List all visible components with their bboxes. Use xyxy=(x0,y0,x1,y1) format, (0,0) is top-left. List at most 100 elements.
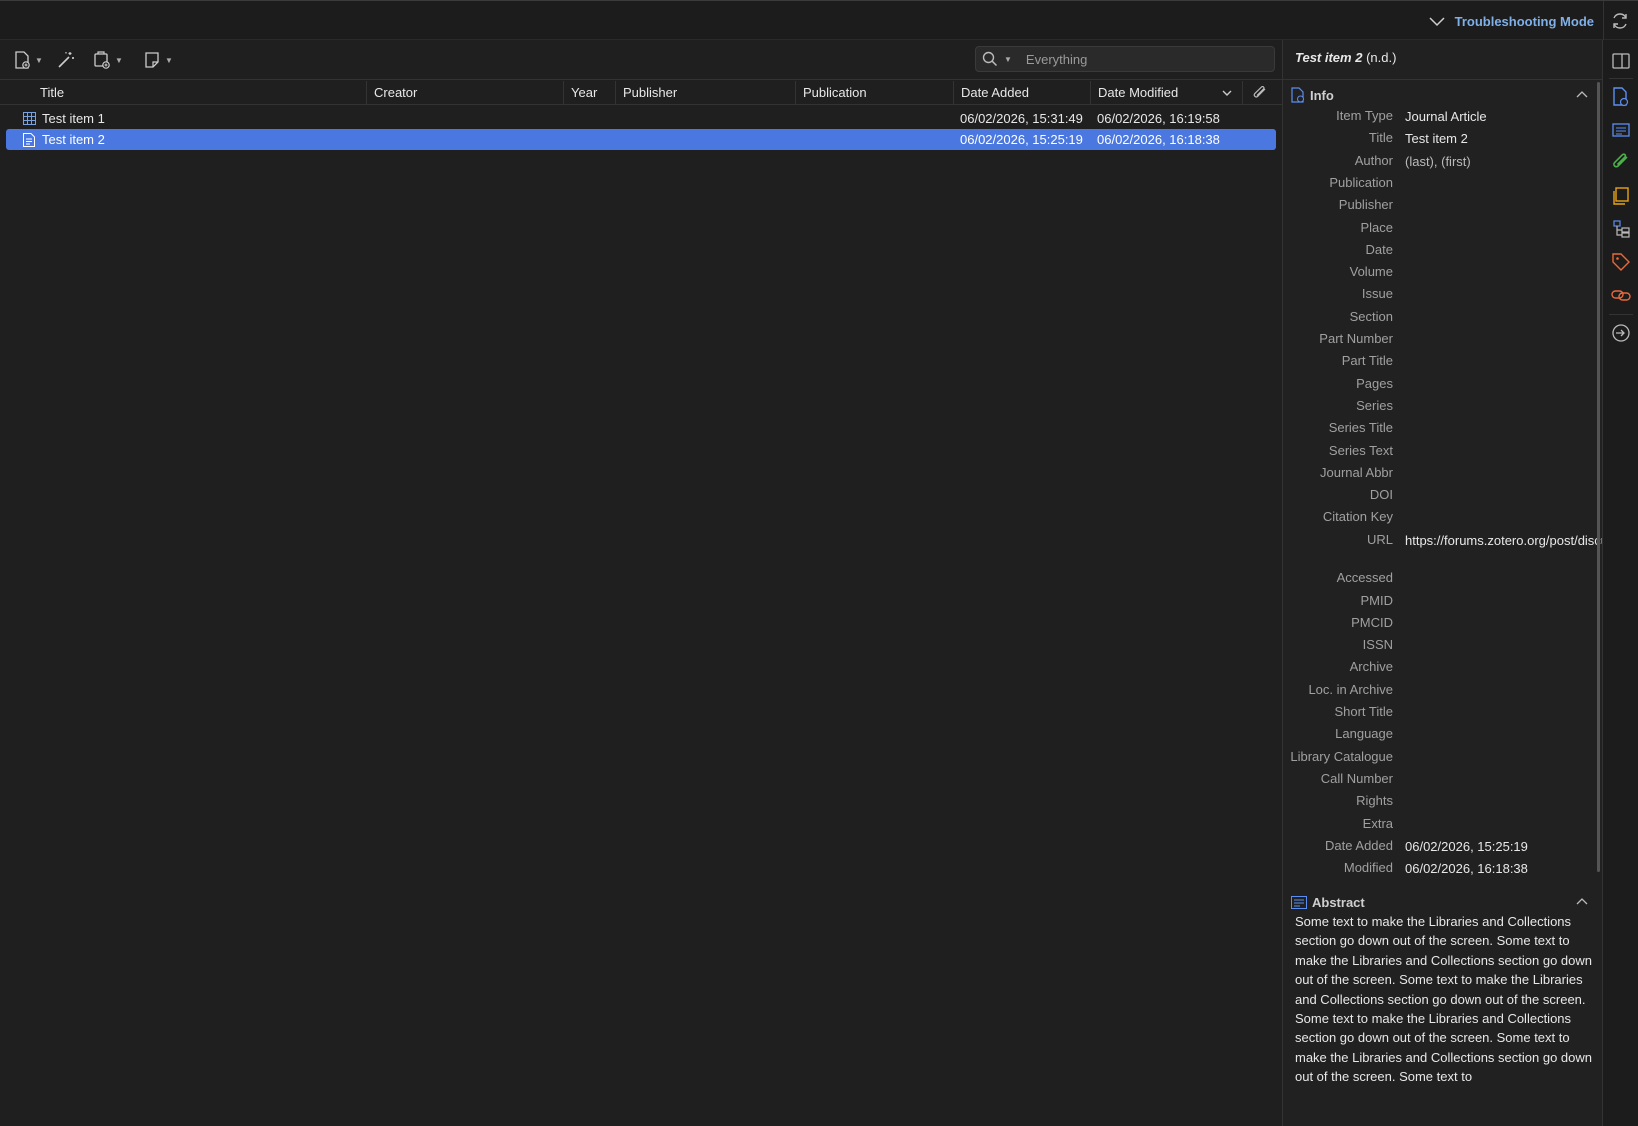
info-field-value[interactable]: 06/02/2026, 16:18:38 xyxy=(1405,860,1595,877)
column-header-row: Title Creator Year Publisher Publication… xyxy=(0,81,1282,105)
info-field-row[interactable]: Series xyxy=(1283,395,1602,417)
info-field-label: Extra xyxy=(1362,815,1393,831)
column-year[interactable]: Year xyxy=(563,81,615,105)
item-title: Test item 2 xyxy=(42,132,105,147)
info-field-row[interactable]: Loc. in Archive xyxy=(1283,679,1602,701)
info-field-row[interactable]: Publication xyxy=(1283,172,1602,194)
info-field-row[interactable]: Item Type Journal Article xyxy=(1283,105,1602,127)
info-section-header[interactable]: Info xyxy=(1283,83,1602,107)
divider xyxy=(1603,1,1604,41)
related-icon[interactable] xyxy=(1610,284,1632,306)
info-field-row[interactable]: Rights xyxy=(1283,790,1602,812)
info-icon[interactable] xyxy=(1610,86,1632,108)
info-field-label: Section xyxy=(1349,308,1393,324)
new-note-button[interactable]: ▼ xyxy=(142,48,173,72)
table-row[interactable]: Test item 1 06/02/2026, 15:31:49 06/02/2… xyxy=(6,108,1276,129)
info-field-label: PMCID xyxy=(1351,614,1393,630)
info-field-label: Rights xyxy=(1356,793,1393,809)
column-date-added[interactable]: Date Added xyxy=(953,81,1090,105)
notes-icon[interactable] xyxy=(1610,185,1632,207)
info-field-row[interactable]: Volume xyxy=(1283,261,1602,283)
journal-article-icon xyxy=(23,133,35,147)
info-field-row[interactable]: Title Test item 2 xyxy=(1283,127,1602,149)
toggle-pane-icon[interactable] xyxy=(1610,50,1632,72)
info-field-row[interactable]: Part Number xyxy=(1283,328,1602,350)
add-attachment-button[interactable]: ▼ xyxy=(92,48,123,72)
info-field-label: Series Title xyxy=(1328,420,1393,436)
info-field-value[interactable]: https://forums.zotero.org/post/discussio… xyxy=(1405,532,1602,549)
info-field-row[interactable]: Part Title xyxy=(1283,350,1602,372)
column-publisher[interactable]: Publisher xyxy=(615,81,795,105)
info-field-row[interactable]: Date Added 06/02/2026, 15:25:19 xyxy=(1283,835,1602,857)
search-icon[interactable] xyxy=(982,51,998,67)
tag-icon[interactable] xyxy=(1610,251,1632,273)
info-field-label: Issue xyxy=(1361,286,1393,302)
info-field-row[interactable]: Place xyxy=(1283,217,1602,239)
caret-down-icon: ▼ xyxy=(115,55,123,65)
items-toolbar: ▼ ▼ ▼ ▼ Everything xyxy=(0,40,1282,80)
info-field-row[interactable]: PMID xyxy=(1283,590,1602,612)
info-field-row[interactable]: Accessed xyxy=(1283,567,1602,589)
info-field-row[interactable]: Publisher xyxy=(1283,194,1602,216)
column-date-modified[interactable]: Date Modified xyxy=(1090,81,1242,105)
info-field-row[interactable]: Issue xyxy=(1283,283,1602,305)
search-input[interactable]: Everything xyxy=(1026,52,1087,67)
troubleshooting-mode-indicator[interactable]: Troubleshooting Mode xyxy=(1429,14,1594,29)
info-field-label: Date xyxy=(1365,241,1393,257)
info-field-value[interactable]: Test item 2 xyxy=(1405,130,1595,147)
info-field-label: Journal Abbr xyxy=(1320,464,1393,480)
chevron-up-icon[interactable] xyxy=(1575,894,1589,908)
chevron-up-icon[interactable] xyxy=(1575,87,1589,101)
sync-icon[interactable] xyxy=(1610,11,1630,31)
column-publication[interactable]: Publication xyxy=(795,81,953,105)
info-field-row[interactable]: Section xyxy=(1283,306,1602,328)
info-field-row[interactable]: Series Text xyxy=(1283,440,1602,462)
abstract-icon[interactable] xyxy=(1610,119,1632,141)
abstract-section-header[interactable]: Abstract xyxy=(1283,890,1602,914)
info-field-row[interactable]: URL https://forums.zotero.org/post/discus… xyxy=(1283,529,1602,551)
info-field-row[interactable]: Call Number xyxy=(1283,768,1602,790)
attachments-icon[interactable] xyxy=(1610,152,1632,174)
info-field-value[interactable]: Journal Article xyxy=(1405,108,1595,125)
column-title[interactable]: Title xyxy=(33,81,367,105)
libraries-collections-icon[interactable] xyxy=(1610,218,1632,240)
column-attachments[interactable] xyxy=(1242,81,1282,105)
info-field-row[interactable]: Language xyxy=(1283,723,1602,745)
item-date-modified: 06/02/2026, 16:19:58 xyxy=(1097,111,1220,126)
info-field-value[interactable]: 06/02/2026, 15:25:19 xyxy=(1405,838,1595,855)
info-field-row[interactable]: Citation Key xyxy=(1283,506,1602,528)
info-field-value[interactable]: (last), (first) xyxy=(1405,153,1595,170)
scrollbar[interactable] xyxy=(1597,82,1600,872)
abstract-icon xyxy=(1291,895,1307,909)
caret-down-icon: ▼ xyxy=(35,55,43,65)
column-creator[interactable]: Creator xyxy=(366,81,563,105)
info-field-row[interactable]: PMCID xyxy=(1283,612,1602,634)
info-field-row[interactable]: Short Title xyxy=(1283,701,1602,723)
info-field-row[interactable]: Author (last), (first) xyxy=(1283,150,1602,172)
info-field-row[interactable]: Archive xyxy=(1283,656,1602,678)
table-row-selected[interactable]: Test item 2 06/02/2026, 15:25:19 06/02/2… xyxy=(6,129,1276,150)
info-field-row[interactable]: Extra xyxy=(1283,813,1602,835)
info-field-row[interactable]: Library Catalogue xyxy=(1283,746,1602,768)
info-field-row[interactable]: Journal Abbr xyxy=(1283,462,1602,484)
locate-icon[interactable] xyxy=(1610,322,1632,344)
info-field-row[interactable]: Series Title xyxy=(1283,417,1602,439)
divider xyxy=(1609,78,1633,79)
info-field-row[interactable]: Pages xyxy=(1283,373,1602,395)
search-mode-caret-icon[interactable]: ▼ xyxy=(1004,55,1012,64)
item-pane-sidenav xyxy=(1602,40,1638,1126)
abstract-text[interactable]: Some text to make the Libraries and Coll… xyxy=(1295,912,1593,1087)
paperclip-icon xyxy=(1253,86,1266,98)
info-field-label: Series Text xyxy=(1328,442,1393,458)
item-date-added: 06/02/2026, 15:25:19 xyxy=(960,132,1083,147)
new-item-button[interactable]: ▼ xyxy=(12,48,43,72)
info-field-row[interactable]: Modified 06/02/2026, 16:18:38 xyxy=(1283,857,1602,879)
info-field-row[interactable]: Date xyxy=(1283,239,1602,261)
attachment-add-icon xyxy=(94,51,110,69)
item-pane-title: Test item 2 xyxy=(1295,50,1363,65)
search-box[interactable]: ▼ Everything xyxy=(975,46,1275,72)
divider xyxy=(1609,314,1633,315)
info-field-row[interactable]: ISSN xyxy=(1283,634,1602,656)
add-by-identifier-button[interactable] xyxy=(56,48,76,72)
info-field-row[interactable]: DOI xyxy=(1283,484,1602,506)
